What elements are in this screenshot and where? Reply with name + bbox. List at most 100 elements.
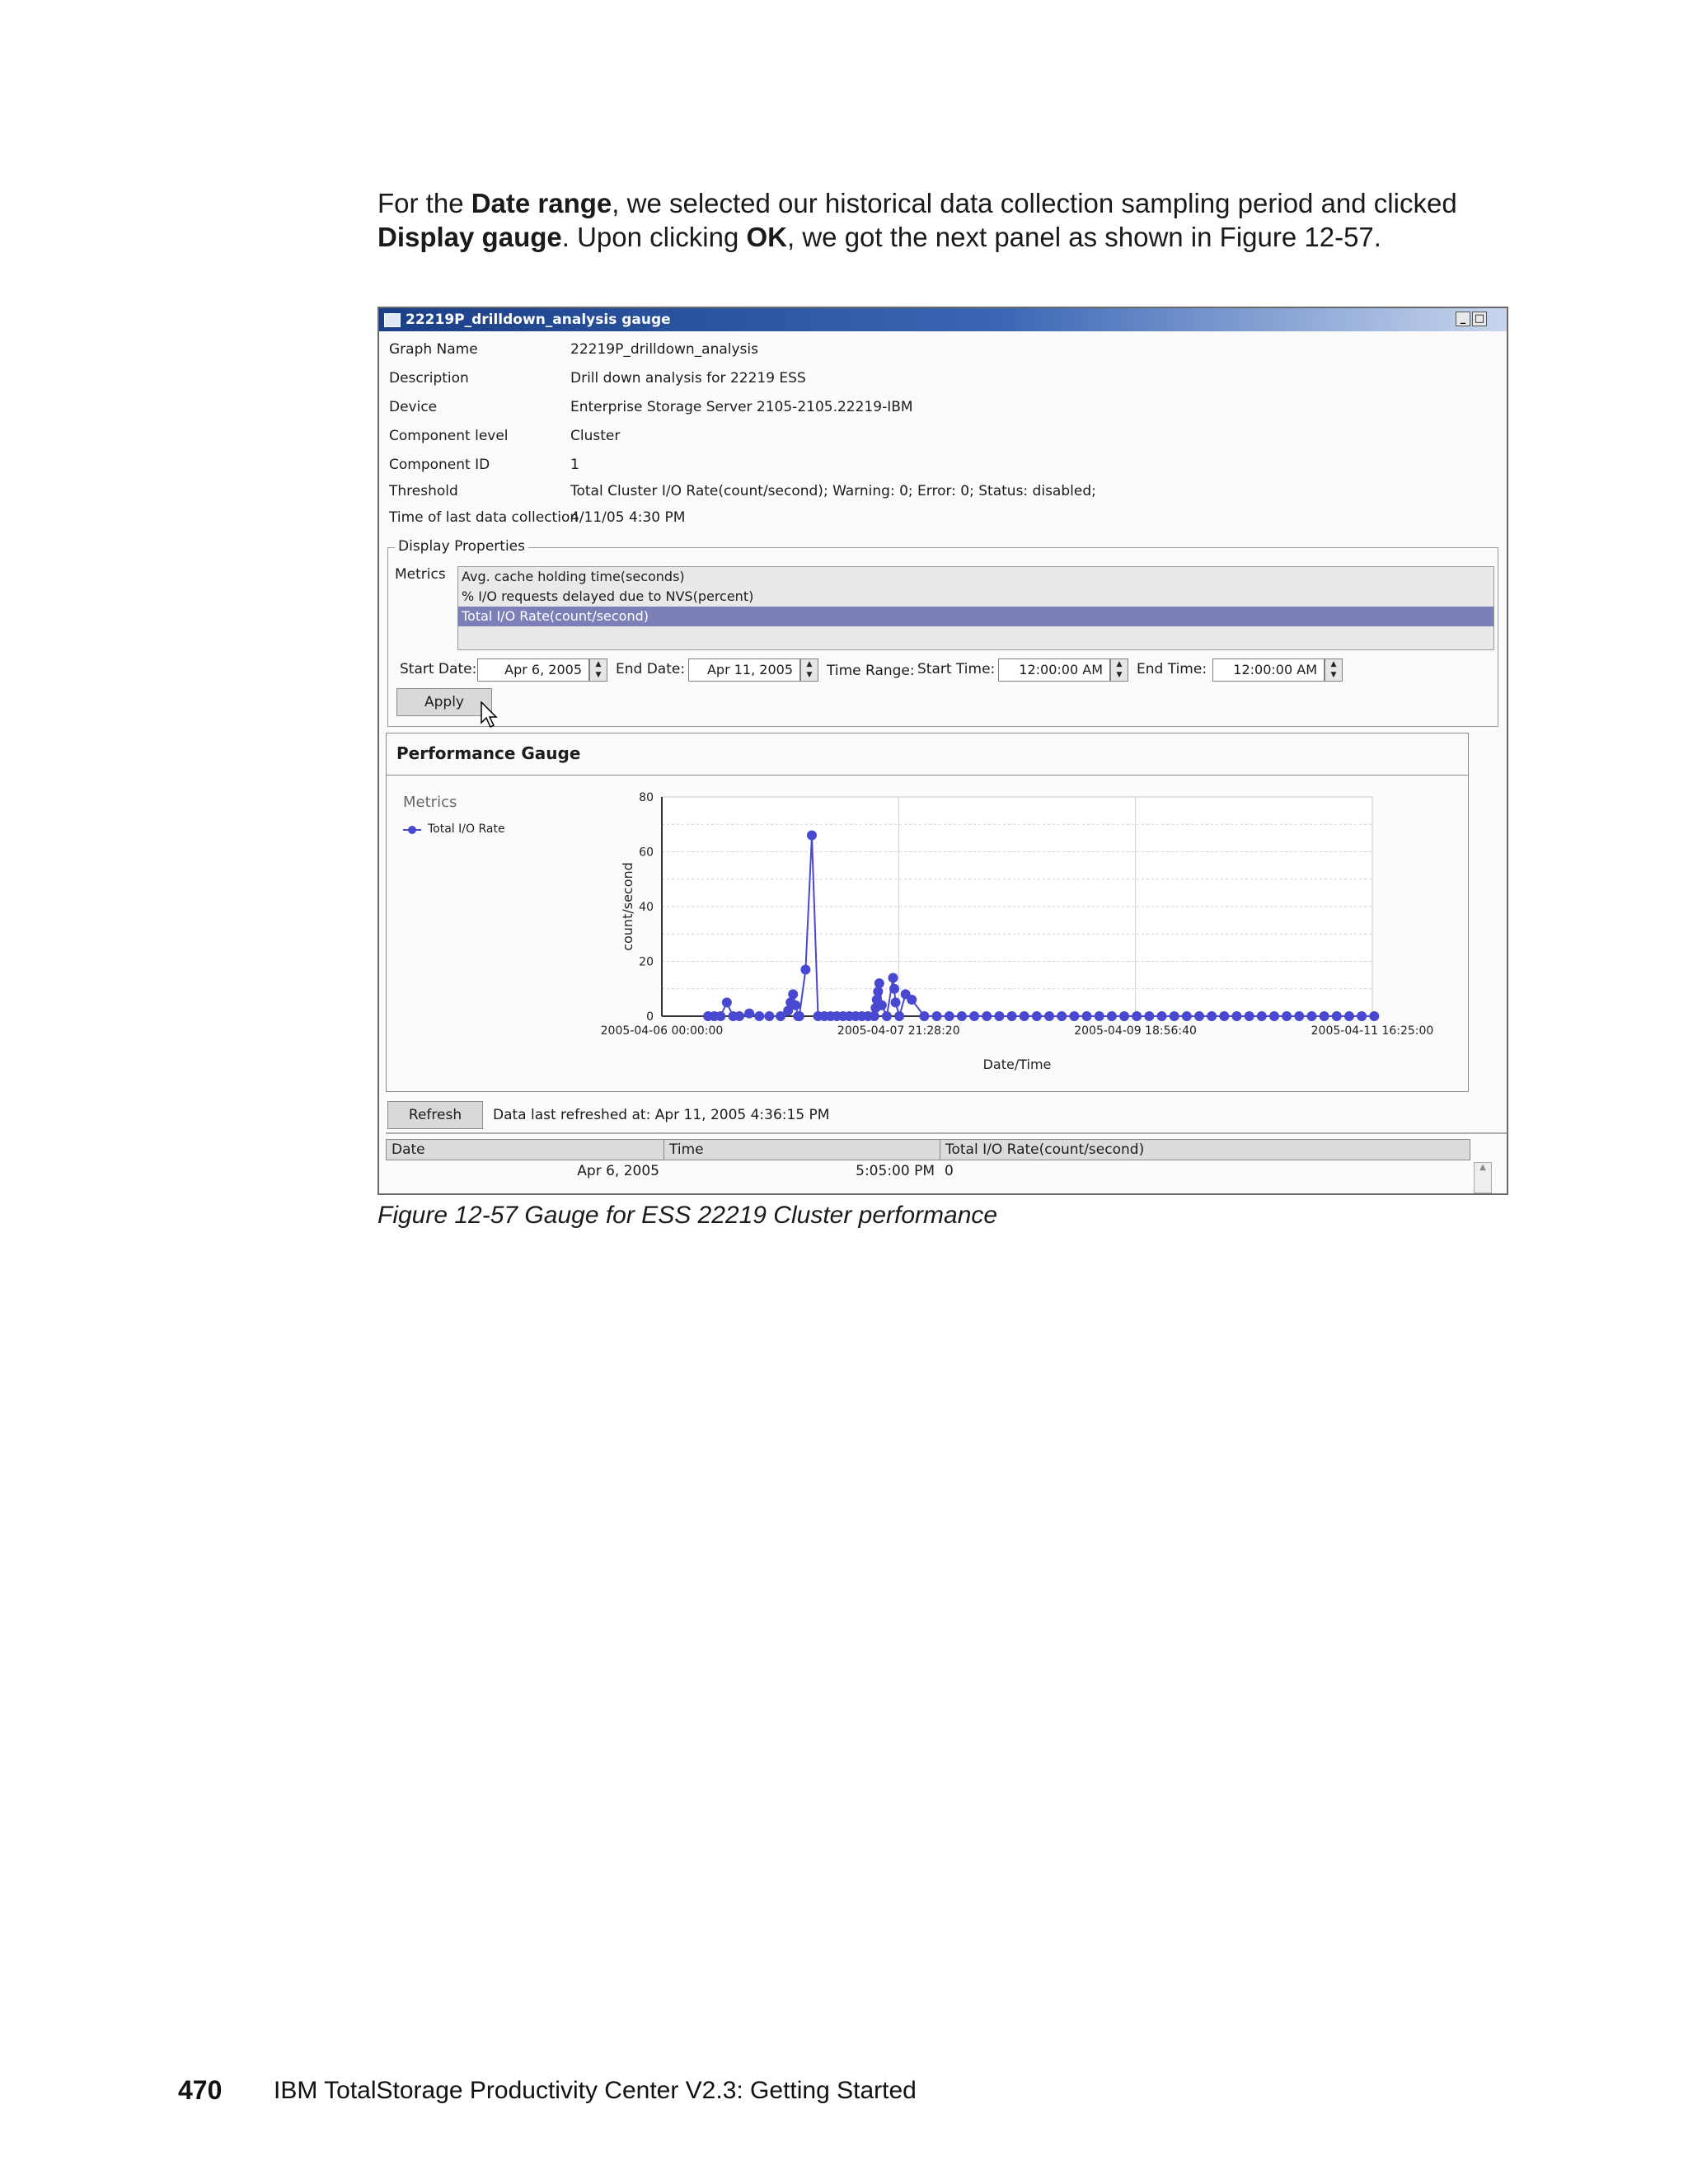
spin-up-icon[interactable]: ▲	[1111, 659, 1128, 670]
display-properties-group: Display Properties Metrics Avg. cache ho…	[387, 538, 1498, 729]
start-date-spinner[interactable]: ▲ ▼	[589, 658, 607, 682]
y-tick-label: 80	[639, 791, 654, 804]
cell-date: Apr 6, 2005	[577, 1163, 659, 1179]
divider	[386, 1132, 1507, 1134]
data-point	[944, 1011, 954, 1021]
data-point	[1294, 1011, 1305, 1021]
data-point	[1331, 1011, 1342, 1021]
data-point	[744, 1008, 755, 1019]
gauge-header: Performance Gauge	[387, 733, 1468, 776]
cell-io-rate: 0	[945, 1163, 954, 1179]
window-titlebar[interactable]: 22219P_drilldown_analysis gauge _ □	[379, 308, 1507, 331]
prop-label-graph-name: Graph Name	[389, 341, 478, 358]
start-time-label: Start Time:	[917, 661, 996, 677]
end-date-field[interactable]: Apr 11, 2005	[688, 658, 800, 682]
prop-value-component-id: 1	[570, 457, 579, 473]
prop-label-device: Device	[389, 399, 438, 415]
io-rate-chart: 0 20 40 60 80 2005-04-06 00:00:00 2005-04-07 2…	[601, 791, 1434, 1072]
x-tick-label: 2005-04-07 21:28:20	[837, 1024, 960, 1038]
intro-text-2: , we selected our historical data collec…	[612, 188, 1457, 218]
data-point	[1207, 1011, 1217, 1021]
start-date-label: Start Date:	[400, 661, 477, 677]
data-point	[754, 1011, 765, 1021]
data-point	[969, 1011, 980, 1021]
data-point	[734, 1011, 745, 1021]
data-point	[1181, 1011, 1192, 1021]
data-point	[1069, 1011, 1080, 1021]
data-point	[1268, 1011, 1279, 1021]
end-time-field[interactable]: 12:00:00 AM	[1212, 658, 1325, 682]
metric-option-total-io-rate[interactable]: Total I/O Rate(count/second)	[458, 607, 1493, 626]
metric-option-cache-holding[interactable]: Avg. cache holding time(seconds)	[458, 567, 1493, 587]
data-point	[1282, 1011, 1292, 1021]
spin-up-icon[interactable]: ▲	[590, 659, 607, 670]
data-point	[889, 983, 900, 994]
data-point	[919, 1011, 930, 1021]
data-point	[881, 1011, 892, 1021]
spin-up-icon[interactable]: ▲	[801, 659, 818, 670]
intro-bold-ok: OK	[746, 222, 788, 252]
table-scrollbar[interactable]: ▲	[1474, 1162, 1492, 1193]
intro-text-4: , we got the next panel as shown in Figu…	[787, 222, 1381, 252]
intro-bold-display-gauge: Display gauge	[377, 222, 562, 252]
data-point	[1019, 1011, 1029, 1021]
gauge-window: 22219P_drilldown_analysis gauge _ □ Grap…	[377, 307, 1508, 1195]
prop-label-component-id: Component ID	[389, 457, 490, 473]
page-number: 470	[178, 2075, 223, 2105]
y-tick-label: 60	[639, 846, 654, 860]
apply-button[interactable]: Apply	[396, 688, 492, 716]
data-point	[800, 964, 811, 975]
spin-down-icon[interactable]: ▼	[1111, 670, 1128, 681]
spin-down-icon[interactable]: ▼	[801, 670, 818, 681]
data-point	[1006, 1011, 1017, 1021]
data-point	[1169, 1011, 1179, 1021]
prop-value-last-collection: 4/11/05 4:30 PM	[570, 509, 686, 526]
col-header-io-rate[interactable]: Total I/O Rate(count/second)	[940, 1139, 1470, 1160]
end-time-spinner[interactable]: ▲ ▼	[1325, 658, 1343, 682]
metrics-label: Metrics	[395, 566, 446, 583]
data-point	[1193, 1011, 1204, 1021]
refresh-button[interactable]: Refresh	[387, 1101, 483, 1129]
col-header-date[interactable]: Date	[386, 1139, 664, 1160]
spin-down-icon[interactable]: ▼	[590, 670, 607, 681]
data-point	[1343, 1011, 1354, 1021]
data-point	[1231, 1011, 1242, 1021]
data-point	[1357, 1011, 1367, 1021]
start-time-field[interactable]: 12:00:00 AM	[998, 658, 1110, 682]
data-point	[894, 1011, 905, 1021]
data-point	[1081, 1011, 1092, 1021]
book-title: IBM TotalStorage Productivity Center V2.…	[274, 2077, 917, 2104]
end-date-spinner[interactable]: ▲ ▼	[800, 658, 818, 682]
prop-label-threshold: Threshold	[389, 483, 458, 499]
start-date-field[interactable]: Apr 6, 2005	[477, 658, 589, 682]
intro-text-3: . Upon clicking	[561, 222, 747, 252]
data-point	[874, 978, 884, 989]
data-point	[1156, 1011, 1167, 1021]
x-tick-label: 2005-04-09 18:56:40	[1074, 1024, 1197, 1038]
x-axis-label: Date/Time	[983, 1057, 1052, 1072]
display-properties-legend: Display Properties	[395, 538, 528, 555]
data-point	[1219, 1011, 1230, 1021]
data-point	[1144, 1011, 1155, 1021]
minimize-button[interactable]: _	[1456, 312, 1470, 326]
prop-value-description: Drill down analysis for 22219 ESS	[570, 370, 806, 387]
spin-up-icon[interactable]: ▲	[1325, 659, 1342, 670]
data-point	[715, 1011, 726, 1021]
data-point	[1031, 1011, 1042, 1021]
metric-option-nvs-delayed[interactable]: % I/O requests delayed due to NVS(percen…	[458, 587, 1493, 607]
data-point	[721, 997, 732, 1008]
figure-caption: Figure 12-57 Gauge for ESS 22219 Cluster…	[377, 1202, 998, 1229]
gauge-title: Performance Gauge	[396, 743, 581, 763]
data-point	[1044, 1011, 1055, 1021]
spin-down-icon[interactable]: ▼	[1325, 670, 1342, 681]
data-point	[1256, 1011, 1267, 1021]
maximize-button[interactable]: □	[1472, 312, 1487, 326]
data-point	[994, 1011, 1005, 1021]
prop-label-component-level: Component level	[389, 428, 509, 444]
col-header-time[interactable]: Time	[663, 1139, 940, 1160]
metrics-listbox[interactable]: Avg. cache holding time(seconds) % I/O r…	[457, 566, 1494, 650]
start-time-spinner[interactable]: ▲ ▼	[1110, 658, 1128, 682]
prop-value-graph-name: 22219P_drilldown_analysis	[570, 341, 758, 358]
x-tick-label: 2005-04-06 00:00:00	[601, 1024, 724, 1038]
intro-text-1: For the	[377, 188, 471, 218]
